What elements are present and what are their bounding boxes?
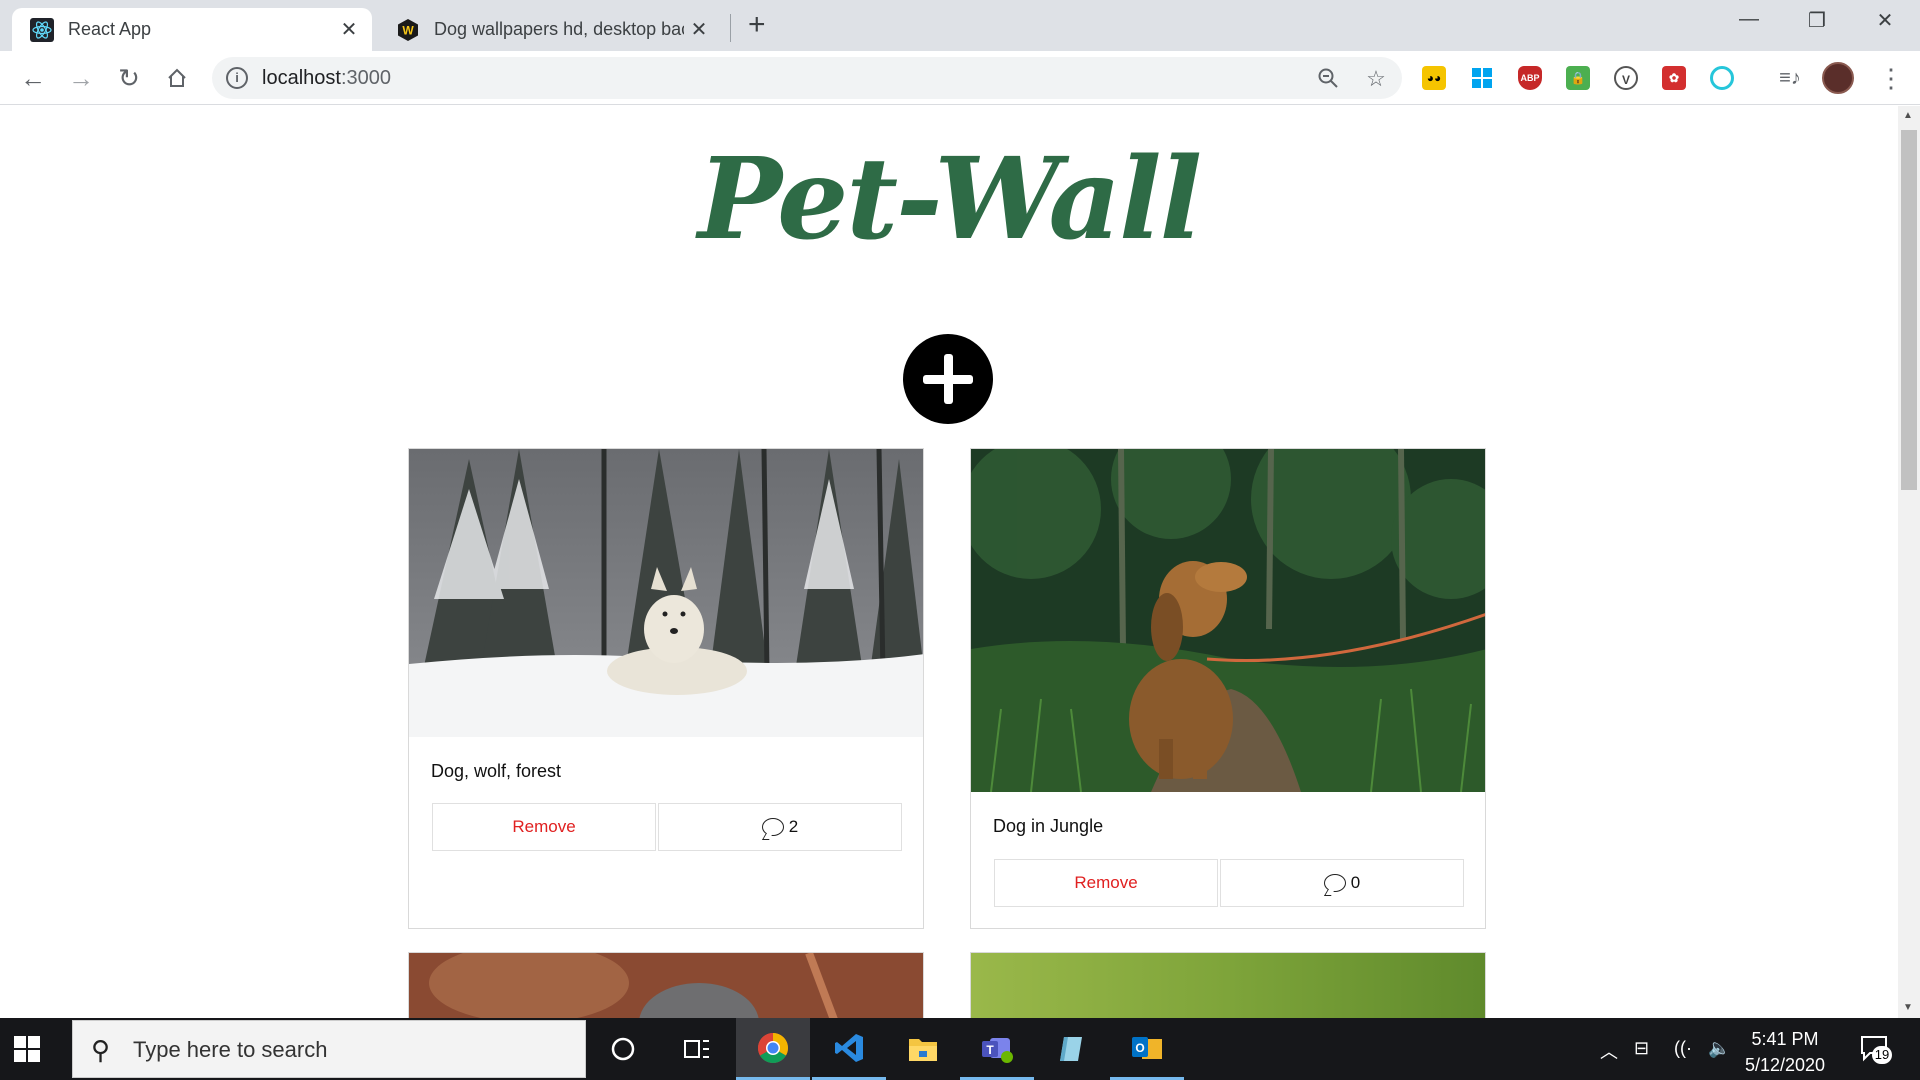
- action-center-icon[interactable]: 19: [1860, 1034, 1892, 1064]
- wifi-icon[interactable]: ((·: [1674, 1038, 1692, 1059]
- network-adapter-icon[interactable]: ⊟: [1634, 1038, 1649, 1059]
- tab-title: React App: [68, 19, 152, 39]
- pet-card: Dog, wolf, forest Remove 2: [408, 448, 924, 929]
- volume-icon[interactable]: 🔈: [1708, 1038, 1730, 1059]
- address-bar[interactable]: i localhost:3000 ☆: [212, 57, 1402, 99]
- pet-photo-jungle-dog: [971, 449, 1485, 792]
- pet-photo-partial: [971, 953, 1485, 1018]
- pet-caption: Dog, wolf, forest: [431, 761, 562, 781]
- pet-photo-partial: [409, 953, 923, 1018]
- forward-icon[interactable]: →: [66, 63, 96, 93]
- svg-text:W: W: [402, 23, 414, 37]
- back-icon[interactable]: ←: [18, 63, 48, 93]
- task-view-icon[interactable]: [660, 1018, 734, 1080]
- search-icon: ⚲: [91, 1035, 111, 1065]
- page-viewport: Pet-Wall Dog, wolf, forest Remove 2 Dog …: [0, 106, 1898, 1018]
- pet-card: [408, 952, 924, 1018]
- extension-ring-icon[interactable]: [1710, 66, 1734, 90]
- windows-taskbar: ⚲ Type here to search T O ︿ ⊟ ((· 🔈 5:41…: [0, 1018, 1920, 1080]
- teams-taskbar-icon[interactable]: T: [960, 1018, 1034, 1080]
- home-icon[interactable]: [162, 63, 192, 93]
- notification-badge: 19: [1872, 1046, 1892, 1064]
- clock-time: 5:41 PM: [1751, 1029, 1819, 1049]
- vscode-taskbar-icon[interactable]: [812, 1018, 886, 1080]
- svg-text:O: O: [1135, 1041, 1144, 1055]
- svg-text:T: T: [986, 1043, 994, 1057]
- remove-button[interactable]: Remove: [432, 803, 656, 851]
- file-explorer-icon[interactable]: [886, 1018, 960, 1080]
- close-icon[interactable]: ✕: [334, 17, 364, 42]
- card-actions: Remove 0: [994, 859, 1464, 907]
- minimize-icon[interactable]: —: [1726, 8, 1772, 38]
- page-scrollbar[interactable]: ▲ ▼: [1898, 106, 1920, 1018]
- comments-button[interactable]: 2: [658, 803, 902, 851]
- extension-adblock-icon[interactable]: ABP: [1518, 66, 1542, 90]
- pet-card: [970, 952, 1486, 1018]
- show-hidden-icons-icon[interactable]: ︿: [1600, 1038, 1618, 1064]
- address-url: localhost:3000: [262, 67, 391, 89]
- reload-icon[interactable]: ↻: [114, 63, 144, 93]
- browser-tab-strip: React App ✕ W Dog wallpapers hd, desktop…: [0, 0, 1920, 51]
- info-icon[interactable]: i: [226, 67, 248, 89]
- wallpaper-site-icon: W: [396, 18, 420, 42]
- comment-count: 0: [1350, 873, 1361, 892]
- extension-puzzle-icon[interactable]: ✿: [1662, 66, 1686, 90]
- menu-icon[interactable]: ⋮: [1878, 63, 1904, 94]
- taskbar-search-input[interactable]: ⚲ Type here to search: [72, 1020, 586, 1078]
- taskbar-clock[interactable]: 5:41 PM 5/12/2020: [1730, 1026, 1840, 1078]
- scroll-up-icon[interactable]: ▲: [1903, 110, 1913, 121]
- windows-start-icon[interactable]: [14, 1036, 42, 1064]
- extension-glasses-icon[interactable]: ◕◕: [1422, 66, 1446, 90]
- zoom-out-icon[interactable]: [1316, 67, 1340, 91]
- comment-count: 2: [788, 817, 799, 836]
- comment-icon: [1323, 874, 1346, 892]
- media-control-icon[interactable]: ≡♪: [1778, 66, 1802, 90]
- outlook-taskbar-icon[interactable]: O: [1110, 1018, 1184, 1080]
- browser-toolbar: ← → ↻ i localhost:3000 ☆ ◕◕ ABP 🔒 V ✿ ≡♪…: [0, 51, 1920, 105]
- window-close-icon[interactable]: ✕: [1862, 8, 1908, 38]
- search-placeholder: Type here to search: [133, 1037, 328, 1062]
- add-pet-button[interactable]: [903, 334, 993, 424]
- comments-button[interactable]: 0: [1220, 859, 1464, 907]
- scrollbar-thumb[interactable]: [1901, 130, 1917, 490]
- comment-icon: [761, 818, 784, 836]
- tab-title: Dog wallpapers hd, desktop backgrounds: [434, 19, 684, 39]
- close-icon[interactable]: ✕: [684, 17, 714, 42]
- tab-dog-wallpapers[interactable]: W Dog wallpapers hd, desktop backgrounds…: [378, 8, 722, 51]
- pet-card: Dog in Jungle Remove 0: [970, 448, 1486, 929]
- tab-divider: [730, 14, 731, 42]
- extension-lock-icon[interactable]: 🔒: [1566, 66, 1590, 90]
- cortana-icon[interactable]: [586, 1018, 660, 1080]
- scroll-down-icon[interactable]: ▼: [1903, 1002, 1913, 1013]
- remove-button[interactable]: Remove: [994, 859, 1218, 907]
- chrome-taskbar-icon[interactable]: [736, 1018, 810, 1080]
- extension-windows-icon[interactable]: [1470, 66, 1494, 90]
- clock-date: 5/12/2020: [1744, 1055, 1826, 1075]
- bookmark-star-icon[interactable]: ☆: [1364, 67, 1388, 91]
- pet-photo-wolf: [409, 449, 923, 737]
- restore-icon[interactable]: ❐: [1794, 8, 1840, 38]
- avatar[interactable]: [1822, 62, 1854, 94]
- react-icon: [30, 17, 54, 42]
- notebook-app-icon[interactable]: [1034, 1018, 1108, 1080]
- new-tab-icon[interactable]: +: [748, 10, 766, 40]
- page-logo: Pet-Wall: [697, 134, 1202, 265]
- tab-react-app[interactable]: React App ✕: [12, 8, 372, 51]
- extension-v-icon[interactable]: V: [1614, 66, 1638, 90]
- card-actions: Remove 2: [432, 803, 902, 851]
- pet-caption: Dog in Jungle: [993, 816, 1104, 836]
